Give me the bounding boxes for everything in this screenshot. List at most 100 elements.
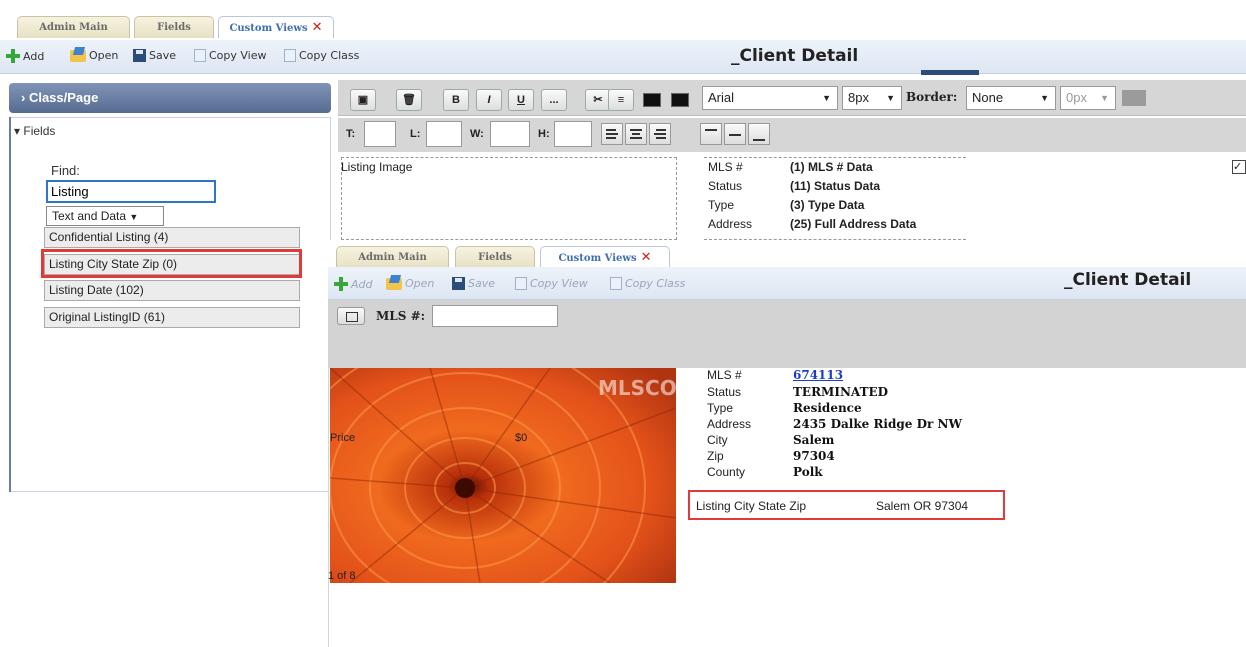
background-color-swatch[interactable] bbox=[671, 93, 689, 107]
tab-label: Custom Views bbox=[558, 253, 637, 264]
type-data[interactable]: (3) Type Data bbox=[790, 198, 864, 212]
tab-custom-views[interactable]: Custom Views ✕ bbox=[218, 16, 334, 38]
dropdown-arrow-icon: ▼ bbox=[129, 212, 139, 222]
save-button[interactable]: Save bbox=[133, 49, 176, 62]
copy-view-label: Copy View bbox=[209, 49, 267, 62]
italic-button[interactable]: I bbox=[476, 89, 502, 111]
find-input[interactable] bbox=[46, 180, 216, 203]
tab-admin-main[interactable]: Admin Main bbox=[17, 16, 130, 38]
tab-label: Admin Main bbox=[39, 22, 108, 33]
list-button[interactable]: ≡ bbox=[608, 89, 634, 111]
copy-icon bbox=[284, 49, 296, 62]
valign-top-button[interactable] bbox=[700, 123, 722, 145]
open-button[interactable]: Open bbox=[386, 277, 434, 290]
width-input[interactable] bbox=[490, 121, 530, 147]
mls-search-input[interactable] bbox=[432, 305, 558, 327]
copy-class-label: Copy Class bbox=[625, 277, 686, 290]
mls-number-link[interactable]: 674113 bbox=[793, 368, 843, 382]
checkbox[interactable]: ✓ bbox=[1232, 160, 1246, 174]
add-button[interactable]: Add bbox=[334, 277, 373, 291]
detail-label: MLS # bbox=[707, 368, 742, 382]
dropdown-arrow-icon: ▼ bbox=[1040, 93, 1049, 103]
border-style-select[interactable]: None ▼ bbox=[966, 86, 1056, 110]
tab-label: Admin Main bbox=[358, 252, 427, 263]
copy-view-label: Copy View bbox=[530, 277, 588, 290]
address-data[interactable]: (25) Full Address Data bbox=[790, 217, 916, 231]
detail-value: Salem bbox=[793, 433, 835, 447]
add-icon bbox=[334, 277, 348, 291]
status-label: Status bbox=[708, 179, 743, 193]
search-bar-secondary bbox=[328, 334, 1246, 368]
border-width-select[interactable]: 0px ▼ bbox=[1060, 86, 1116, 110]
flower-image bbox=[330, 368, 676, 583]
fields-header[interactable]: ▾ Fields bbox=[14, 124, 55, 138]
tab-admin-main[interactable]: Admin Main bbox=[336, 246, 449, 268]
folder-open-icon bbox=[70, 50, 86, 62]
align-right-button[interactable] bbox=[649, 123, 671, 145]
save-button[interactable]: Save bbox=[452, 277, 495, 290]
align-center-button[interactable] bbox=[625, 123, 647, 145]
copy-view-button[interactable]: Copy View bbox=[515, 277, 588, 290]
field-list-item[interactable]: Listing Date (102) bbox=[44, 280, 300, 301]
copy-class-button[interactable]: Copy Class bbox=[284, 49, 359, 62]
detail-value: Polk bbox=[793, 465, 823, 479]
font-family-select[interactable]: Arial ▼ bbox=[702, 86, 838, 110]
filter-select[interactable]: Text and Data ▼ bbox=[46, 206, 164, 226]
open-button[interactable]: Open bbox=[70, 49, 118, 62]
height-input[interactable] bbox=[554, 121, 592, 147]
detail-value: 97304 bbox=[793, 449, 835, 463]
border-width-value: 0px bbox=[1066, 90, 1087, 105]
detail-label: Type bbox=[707, 401, 734, 415]
tab-fields[interactable]: Fields bbox=[455, 246, 535, 268]
add-button[interactable]: Add bbox=[6, 49, 44, 63]
close-tab-icon[interactable]: ✕ bbox=[641, 250, 652, 265]
copy-view-button[interactable]: Copy View bbox=[194, 49, 267, 62]
font-size-value: 8px bbox=[848, 90, 869, 105]
font-size-select[interactable]: 8px ▼ bbox=[842, 86, 902, 110]
detail-label: Zip bbox=[707, 449, 724, 463]
copy-class-button[interactable]: Copy Class bbox=[610, 277, 685, 290]
page-title: _Client Detail bbox=[731, 46, 859, 66]
collapse-arrow-icon: ▾ bbox=[14, 124, 24, 138]
top-input[interactable] bbox=[364, 121, 396, 147]
valign-bottom-button[interactable] bbox=[748, 123, 770, 145]
add-label: Add bbox=[23, 50, 45, 63]
field-list-item[interactable]: Original ListingID (61) bbox=[44, 307, 300, 328]
class-page-header[interactable]: › Class/Page bbox=[9, 83, 331, 113]
border-style-value: None bbox=[972, 90, 1004, 105]
more-button[interactable]: ... bbox=[541, 89, 567, 111]
field-list-item[interactable]: Confidential Listing (4) bbox=[44, 227, 300, 248]
copy-class-label: Copy Class bbox=[299, 49, 360, 62]
save-label: Save bbox=[468, 277, 496, 290]
tab-custom-views[interactable]: Custom Views ✕ bbox=[540, 246, 670, 268]
status-data[interactable]: (11) Status Data bbox=[790, 179, 880, 193]
valign-middle-button[interactable] bbox=[724, 123, 746, 145]
left-input[interactable] bbox=[426, 121, 462, 147]
class-page-label: Class/Page bbox=[28, 90, 99, 105]
bold-button[interactable]: B bbox=[443, 89, 469, 111]
underline-button[interactable]: U bbox=[508, 89, 534, 111]
align-left-button[interactable] bbox=[601, 123, 623, 145]
image-button[interactable]: ▣ bbox=[350, 89, 376, 111]
price-value: $0 bbox=[515, 432, 528, 444]
width-label: W: bbox=[470, 128, 484, 140]
tab-fields[interactable]: Fields bbox=[134, 16, 214, 38]
address-label: Address bbox=[708, 217, 753, 231]
mls-data[interactable]: (1) MLS # Data bbox=[790, 160, 873, 174]
copy-icon bbox=[515, 277, 527, 290]
type-label: Type bbox=[708, 198, 735, 212]
image-icon: ▣ bbox=[357, 94, 369, 106]
copy-icon bbox=[610, 277, 622, 290]
close-tab-icon[interactable]: ✕ bbox=[312, 20, 323, 35]
tab-label: Fields bbox=[478, 252, 512, 263]
listing-photo[interactable] bbox=[330, 368, 676, 583]
delete-button[interactable]: 🗑 bbox=[396, 89, 422, 111]
border-color-swatch[interactable] bbox=[1122, 90, 1146, 106]
font-color-swatch[interactable] bbox=[643, 93, 661, 107]
detail-label: County bbox=[707, 465, 746, 479]
find-label: Find: bbox=[51, 163, 80, 178]
title-underline bbox=[921, 70, 979, 75]
image-toggle-button[interactable] bbox=[337, 307, 365, 325]
copy-icon bbox=[194, 49, 206, 62]
height-label: H: bbox=[538, 128, 550, 140]
